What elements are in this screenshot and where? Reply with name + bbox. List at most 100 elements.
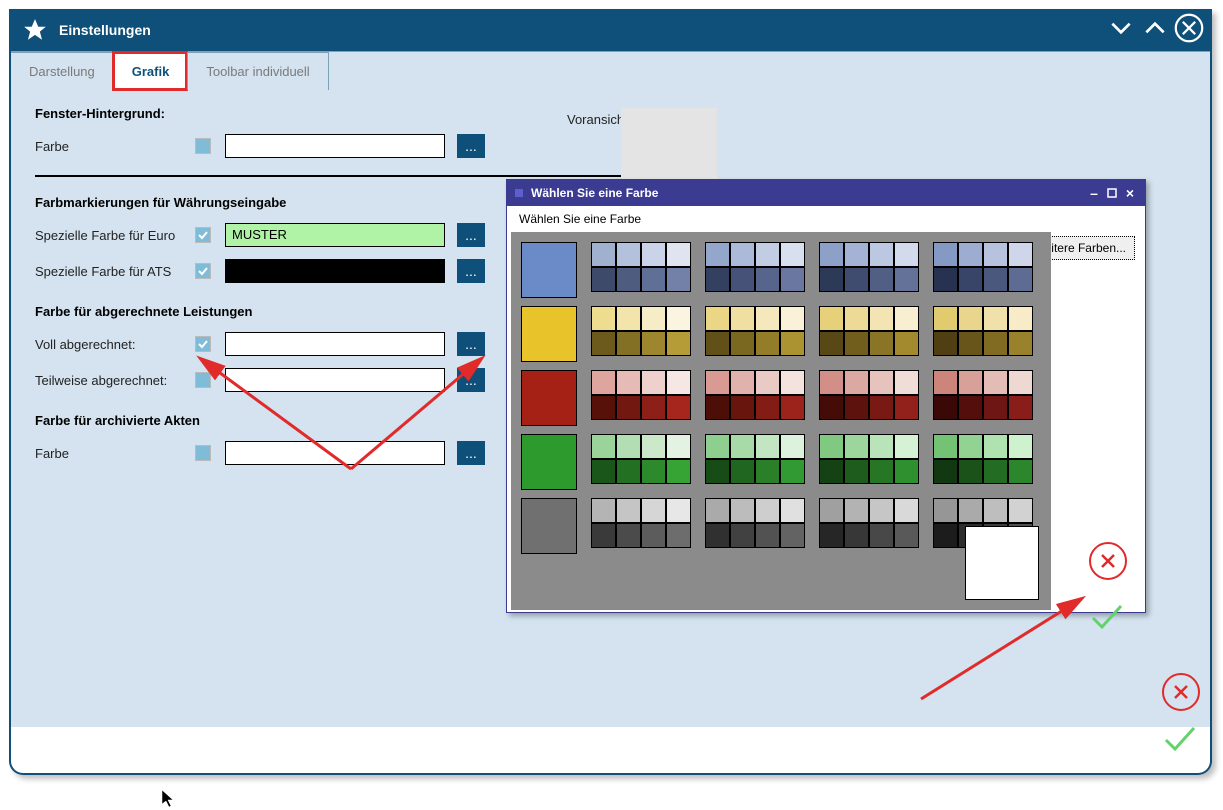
color-swatch[interactable] — [819, 395, 844, 420]
color-swatch[interactable] — [730, 498, 755, 523]
color-swatch[interactable] — [730, 242, 755, 267]
color-swatch[interactable] — [983, 306, 1008, 331]
color-swatch-main[interactable] — [521, 306, 577, 362]
color-swatch[interactable] — [819, 331, 844, 356]
tab-darstellung[interactable]: Darstellung — [11, 52, 113, 90]
main-cancel-button[interactable] — [1162, 673, 1200, 711]
color-swatch[interactable] — [705, 306, 730, 331]
color-swatch[interactable] — [958, 434, 983, 459]
color-swatch[interactable] — [933, 370, 958, 395]
color-swatch-main[interactable] — [521, 370, 577, 426]
pick-voll-abgerechnet-button[interactable]: ... — [457, 332, 485, 356]
tab-toolbar-individuell[interactable]: Toolbar individuell — [187, 52, 328, 90]
color-swatch[interactable] — [1008, 395, 1033, 420]
color-swatch[interactable] — [819, 498, 844, 523]
color-swatch[interactable] — [933, 523, 958, 548]
color-swatch[interactable] — [730, 434, 755, 459]
color-swatch[interactable] — [591, 242, 616, 267]
swatch-archived-color[interactable] — [225, 441, 445, 465]
color-swatch[interactable] — [591, 370, 616, 395]
color-swatch[interactable] — [894, 242, 919, 267]
color-swatch[interactable] — [641, 459, 666, 484]
color-swatch[interactable] — [983, 267, 1008, 292]
color-swatch[interactable] — [844, 459, 869, 484]
color-swatch[interactable] — [755, 459, 780, 484]
color-dialog-titlebar[interactable]: Wählen Sie eine Farbe – × — [507, 180, 1145, 206]
color-swatch[interactable] — [666, 242, 691, 267]
color-swatch[interactable] — [983, 498, 1008, 523]
color-swatch[interactable] — [591, 267, 616, 292]
color-swatch[interactable] — [983, 434, 1008, 459]
color-swatch[interactable] — [780, 434, 805, 459]
color-swatch[interactable] — [1008, 242, 1033, 267]
color-swatch[interactable] — [958, 267, 983, 292]
color-swatch[interactable] — [641, 434, 666, 459]
color-swatch[interactable] — [591, 331, 616, 356]
color-swatch[interactable] — [641, 395, 666, 420]
checkbox-bg-color[interactable] — [195, 138, 211, 154]
color-swatch[interactable] — [755, 498, 780, 523]
color-swatch[interactable] — [730, 395, 755, 420]
color-swatch[interactable] — [641, 370, 666, 395]
color-swatch[interactable] — [616, 331, 641, 356]
color-swatch[interactable] — [755, 306, 780, 331]
color-swatch[interactable] — [666, 459, 691, 484]
swatch-euro-color[interactable]: MUSTER — [225, 223, 445, 247]
color-swatch[interactable] — [983, 459, 1008, 484]
color-swatch[interactable] — [983, 242, 1008, 267]
color-swatch[interactable] — [894, 459, 919, 484]
color-swatch[interactable] — [844, 370, 869, 395]
color-swatch[interactable] — [591, 459, 616, 484]
color-swatch[interactable] — [869, 370, 894, 395]
color-swatch[interactable] — [869, 434, 894, 459]
color-swatch[interactable] — [958, 242, 983, 267]
color-swatch[interactable] — [755, 331, 780, 356]
color-swatch[interactable] — [666, 267, 691, 292]
color-swatch[interactable] — [844, 523, 869, 548]
color-swatch[interactable] — [933, 331, 958, 356]
color-swatch[interactable] — [933, 498, 958, 523]
color-swatch[interactable] — [1008, 498, 1033, 523]
color-swatch[interactable] — [983, 395, 1008, 420]
color-swatch[interactable] — [894, 267, 919, 292]
color-swatch[interactable] — [641, 523, 666, 548]
color-swatch[interactable] — [591, 395, 616, 420]
swatch-voll-abgerechnet[interactable] — [225, 332, 445, 356]
dialog-close-button[interactable]: × — [1123, 186, 1137, 200]
pick-ats-color-button[interactable]: ... — [457, 259, 485, 283]
color-swatch[interactable] — [844, 498, 869, 523]
color-swatch[interactable] — [983, 331, 1008, 356]
color-swatch[interactable] — [666, 434, 691, 459]
color-swatch[interactable] — [666, 523, 691, 548]
color-swatch[interactable] — [780, 331, 805, 356]
swatch-teil-abgerechnet[interactable] — [225, 368, 445, 392]
pick-archived-color-button[interactable]: ... — [457, 441, 485, 465]
color-swatch[interactable] — [958, 306, 983, 331]
swatch-ats-color[interactable] — [225, 259, 445, 283]
color-swatch[interactable] — [958, 370, 983, 395]
pick-bg-color-button[interactable]: ... — [457, 134, 485, 158]
color-swatch[interactable] — [958, 395, 983, 420]
color-swatch-main[interactable] — [521, 434, 577, 490]
color-swatch[interactable] — [869, 498, 894, 523]
color-swatch[interactable] — [869, 306, 894, 331]
dialog-maximize-button[interactable] — [1105, 186, 1119, 200]
color-swatch[interactable] — [705, 498, 730, 523]
color-swatch[interactable] — [894, 523, 919, 548]
color-swatch[interactable] — [1008, 370, 1033, 395]
chevron-down-icon[interactable] — [1106, 13, 1136, 43]
pick-teil-abgerechnet-button[interactable]: ... — [457, 368, 485, 392]
color-swatch[interactable] — [780, 523, 805, 548]
color-swatch[interactable] — [933, 434, 958, 459]
color-swatch[interactable] — [705, 370, 730, 395]
color-swatch[interactable] — [819, 370, 844, 395]
checkbox-voll-abgerechnet[interactable] — [195, 336, 211, 352]
main-ok-button[interactable] — [1160, 718, 1200, 763]
color-swatch[interactable] — [844, 267, 869, 292]
color-swatch[interactable] — [616, 498, 641, 523]
color-swatch[interactable] — [983, 370, 1008, 395]
color-swatch[interactable] — [1008, 434, 1033, 459]
color-swatch[interactable] — [705, 331, 730, 356]
color-swatch[interactable] — [933, 459, 958, 484]
color-swatch[interactable] — [780, 395, 805, 420]
